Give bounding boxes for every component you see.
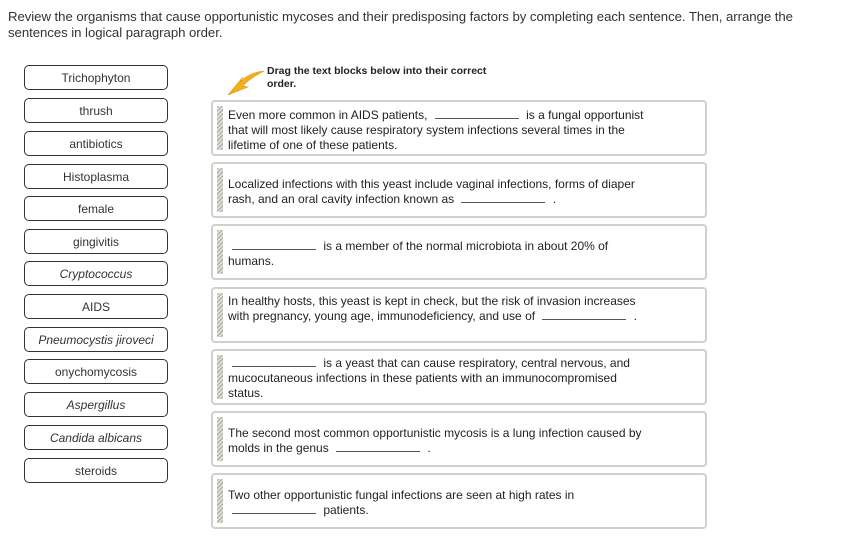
blank-drop-target[interactable] — [542, 309, 627, 320]
word-chip[interactable]: steroids — [24, 458, 168, 483]
word-chip-label: steroids — [74, 463, 118, 478]
sentence-block[interactable]: In healthy hosts, this yeast is kept in … — [211, 287, 707, 343]
sentence-before: Two other opportunistic fungal infection… — [228, 488, 575, 502]
word-chip[interactable]: Candida albicans — [24, 425, 168, 450]
word-chip-label: onychomycosis — [54, 364, 138, 379]
word-chip-label: female — [77, 201, 115, 216]
word-chip-label: antibiotics — [69, 136, 123, 151]
sentence-after: . — [630, 309, 638, 323]
word-chip-label: AIDS — [81, 299, 110, 314]
word-chip[interactable]: thrush — [24, 98, 168, 123]
word-chip[interactable]: Cryptococcus — [24, 261, 168, 286]
sentence-after: patients. — [320, 503, 369, 517]
word-chip[interactable]: antibiotics — [24, 131, 168, 156]
blank-drop-target[interactable] — [232, 356, 316, 367]
sentence-block[interactable]: Localized infections with this yeast inc… — [211, 162, 707, 218]
sentence-after: . — [549, 192, 557, 206]
sentence-text: In healthy hosts, this yeast is kept in … — [228, 294, 655, 324]
drag-handle-icon[interactable] — [217, 355, 223, 399]
word-chip[interactable]: AIDS — [24, 294, 168, 319]
drag-hint: Drag the text blocks below into their co… — [267, 65, 487, 90]
word-chip-label: Candida albicans — [49, 430, 143, 445]
word-chip[interactable]: Trichophyton — [24, 65, 168, 90]
sentence-text: Two other opportunistic fungal infection… — [228, 488, 655, 518]
word-chip-label: Trichophyton — [61, 70, 131, 85]
word-chip-label: Cryptococcus — [59, 266, 133, 281]
word-chip[interactable]: female — [24, 196, 168, 221]
word-chip[interactable]: Histoplasma — [24, 164, 168, 189]
word-chip[interactable]: Pneumocystis jiroveci — [24, 327, 168, 352]
instructions-text: Review the organisms that cause opportun… — [8, 9, 793, 40]
blank-drop-target[interactable] — [434, 108, 519, 119]
sentence-block[interactable]: The second most common opportunistic myc… — [211, 411, 707, 467]
sentence-before: Even more common in AIDS patients, — [228, 108, 431, 122]
blank-drop-target[interactable] — [232, 239, 316, 250]
word-chip[interactable]: gingivitis — [24, 229, 168, 254]
word-chip-label: Histoplasma — [62, 169, 130, 184]
word-chip-label: thrush — [79, 103, 113, 118]
word-chip[interactable]: Aspergillus — [24, 392, 168, 417]
sentence-block[interactable]: is a yeast that can cause respiratory, c… — [211, 349, 707, 405]
arrow-down-left-icon — [227, 70, 265, 96]
sentence-text: Even more common in AIDS patients, is a … — [228, 108, 655, 153]
sentence-block[interactable]: Two other opportunistic fungal infection… — [211, 473, 707, 529]
blank-drop-target[interactable] — [336, 441, 421, 452]
blank-drop-target[interactable] — [461, 192, 546, 203]
sentence-text: Localized infections with this yeast inc… — [228, 177, 655, 207]
blank-drop-target[interactable] — [232, 503, 316, 514]
sentence-after: . — [424, 441, 431, 455]
sentence-text: The second most common opportunistic myc… — [228, 426, 655, 456]
word-chip[interactable]: onychomycosis — [24, 359, 168, 384]
drag-handle-icon[interactable] — [217, 168, 223, 212]
word-chip-label: Pneumocystis jiroveci — [38, 332, 154, 347]
sentence-text: is a member of the normal microbiota in … — [228, 239, 655, 269]
sentence-block[interactable]: Even more common in AIDS patients, is a … — [211, 100, 707, 156]
drag-handle-icon[interactable] — [217, 417, 223, 461]
drag-handle-icon[interactable] — [217, 293, 223, 337]
sentence-before: The second most common opportunistic myc… — [228, 426, 642, 455]
sentence-block[interactable]: is a member of the normal microbiota in … — [211, 224, 707, 280]
sentence-before: Localized infections with this yeast inc… — [228, 177, 635, 206]
word-chip-label: gingivitis — [72, 234, 120, 249]
word-chip-label: Aspergillus — [66, 397, 126, 412]
drag-handle-icon[interactable] — [217, 230, 223, 274]
drag-handle-icon[interactable] — [217, 106, 223, 150]
sentence-text: is a yeast that can cause respiratory, c… — [228, 356, 655, 401]
drag-handle-icon[interactable] — [217, 479, 223, 523]
